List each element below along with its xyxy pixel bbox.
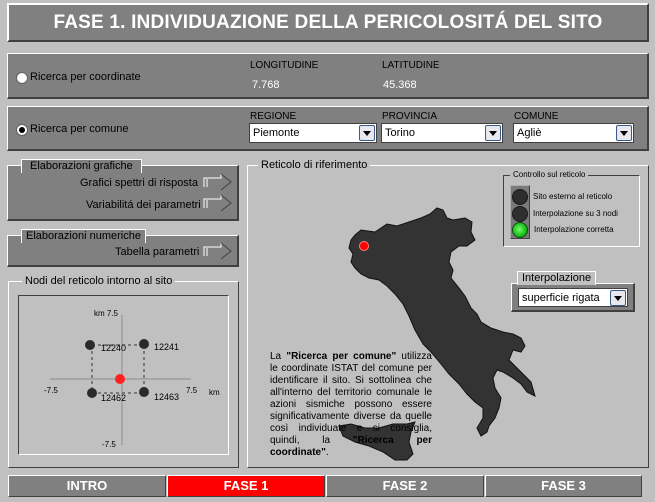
comune-search-label[interactable]: Ricerca per comune [30, 123, 128, 135]
chevron-down-icon[interactable] [485, 125, 501, 141]
site-marker [115, 374, 125, 384]
interpolation-title: Interpolazione [517, 271, 597, 285]
interpolation-select[interactable]: superficie rigata [518, 288, 628, 307]
status-label-correct: Interpolazione corretta [534, 225, 614, 234]
node-label-12462: 12462 [101, 393, 127, 403]
regione-select[interactable]: Piemonte [249, 123, 377, 143]
response-spectra-label[interactable]: Grafici spettri di risposta [80, 177, 198, 189]
x-axis-left-label: -7.5 [44, 386, 58, 395]
y-axis-bottom-label: -7.5 [102, 440, 116, 449]
latitude-value: 45.368 [383, 79, 417, 91]
y-axis-top-label: km 7.5 [94, 309, 119, 318]
regione-value: Piemonte [253, 127, 300, 139]
response-spectra-button[interactable] [203, 173, 233, 191]
regione-label: REGIONE [250, 111, 297, 122]
grid-node-12240 [85, 340, 95, 350]
parameter-variability-label[interactable]: Variabilitá dei parametri [86, 199, 201, 211]
chevron-down-icon[interactable] [359, 125, 375, 141]
chevron-down-icon[interactable] [616, 125, 632, 141]
node-label-12463: 12463 [154, 392, 180, 402]
parameter-table-button[interactable] [203, 242, 233, 260]
x-axis-unit-label: km [209, 388, 220, 397]
parameter-variability-button[interactable] [203, 194, 233, 212]
parameter-table-label[interactable]: Tabella parametri [115, 246, 199, 258]
longitude-value: 7.768 [252, 79, 280, 91]
comune-label: COMUNE [514, 111, 559, 122]
grid-control-title: Controllo sul reticolo [510, 170, 589, 180]
comune-search-radio[interactable] [16, 124, 28, 136]
numeric-elaborations-title: Elaborazioni numeriche [21, 229, 146, 243]
longitude-label: LONGITUDINE [250, 60, 319, 71]
comune-value: Agliè [517, 127, 542, 139]
grid-node-12462 [87, 388, 97, 398]
status-label-outside-grid: Sito esterno al reticolo [533, 192, 613, 201]
status-label-3-nodes: Interpolazione su 3 nodi [533, 209, 618, 218]
x-axis-right-label: 7.5 [186, 386, 198, 395]
chevron-down-icon[interactable] [610, 290, 626, 306]
coordinate-search-panel: Ricerca per coordinate LONGITUDINE 7.768… [7, 53, 649, 99]
status-light-outside-grid [512, 189, 528, 205]
note-text: La [270, 351, 287, 362]
comune-select[interactable]: Agliè [513, 123, 634, 143]
site-location-marker [359, 241, 369, 251]
grid-nodes-title: Nodi del reticolo intorno al sito [22, 275, 176, 287]
provincia-label: PROVINCIA [382, 111, 438, 122]
latitude-label: LATITUDINE [382, 60, 440, 71]
tab-fase-1[interactable]: FASE 1 [167, 475, 325, 497]
node-label-12240: 12240 [101, 343, 127, 353]
page-title: FASE 1. INDIVIDUAZIONE DELLA PERICOLOSIT… [7, 3, 649, 42]
status-light-correct [512, 222, 528, 238]
tab-intro[interactable]: INTRO [8, 475, 166, 497]
graphic-elaborations-title: Elaborazioni grafiche [21, 159, 142, 173]
grid-node-12463 [139, 387, 149, 397]
note-text: utilizza le coordinate ISTAT del comune … [270, 351, 432, 446]
interpolation-value: superficie rigata [522, 292, 600, 304]
status-light-3-nodes [512, 206, 528, 222]
node-label-12241: 12241 [154, 342, 180, 352]
grid-nodes-diagram [50, 315, 191, 445]
coordinate-search-radio[interactable] [16, 72, 28, 84]
comune-search-note: La "Ricerca per comune" utilizza le coor… [270, 351, 432, 459]
comune-search-panel: Ricerca per comune REGIONE Piemonte PROV… [7, 106, 649, 151]
note-text: . [325, 447, 329, 458]
provincia-select[interactable]: Torino [381, 123, 503, 143]
note-bold-comune: "Ricerca per comune" [286, 351, 397, 362]
provincia-value: Torino [385, 127, 415, 139]
tab-fase-3[interactable]: FASE 3 [485, 475, 642, 497]
coordinate-search-label[interactable]: Ricerca per coordinate [30, 71, 141, 83]
tab-fase-2[interactable]: FASE 2 [326, 475, 484, 497]
grid-node-12241 [139, 339, 149, 349]
